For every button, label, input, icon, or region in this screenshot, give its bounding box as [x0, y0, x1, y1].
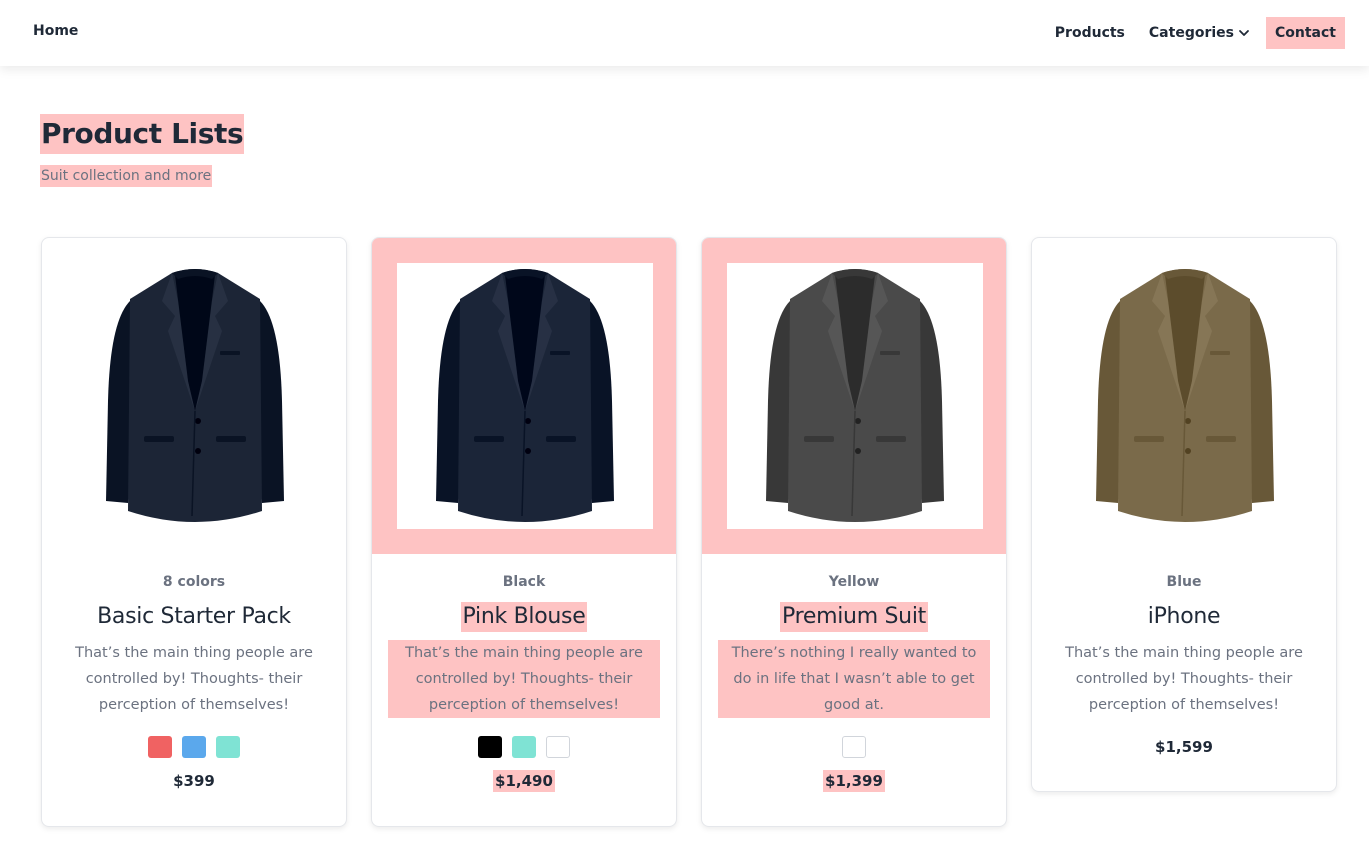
nav-contact-link[interactable]: Contact — [1266, 17, 1345, 49]
color-swatches — [42, 736, 346, 758]
product-card-body: Blue iPhone That’s the main thing people… — [1032, 572, 1336, 791]
product-image-frame — [1057, 263, 1313, 529]
color-swatch[interactable] — [842, 736, 866, 758]
product-price: $1,490 — [493, 770, 555, 792]
product-image-frame — [397, 263, 653, 529]
nav-products-label: Products — [1054, 25, 1125, 41]
jacket-image — [1096, 269, 1274, 522]
color-swatch[interactable] — [148, 736, 172, 758]
product-card-body: Yellow Premium Suit There’s nothing I re… — [702, 572, 1006, 826]
product-name[interactable]: iPhone — [1146, 602, 1222, 632]
page-subtitle: Suit collection and more — [40, 165, 213, 187]
chevron-down-icon — [1239, 30, 1249, 36]
jacket-image — [106, 269, 284, 522]
color-swatch[interactable] — [546, 736, 570, 758]
product-name[interactable]: Pink Blouse — [460, 602, 588, 632]
product-color-label: Blue — [1166, 574, 1202, 590]
product-image[interactable] — [1032, 238, 1336, 554]
product-name[interactable]: Basic Starter Pack — [95, 602, 293, 632]
color-swatch[interactable] — [512, 736, 536, 758]
product-card-body: 8 colors Basic Starter Pack That’s the m… — [42, 572, 346, 826]
product-color-label: Yellow — [828, 574, 880, 590]
product-image-frame — [727, 263, 983, 529]
nav-products-link[interactable]: Products — [1047, 17, 1133, 49]
product-price: $1,599 — [1155, 738, 1213, 756]
nav-home-link[interactable]: Home — [33, 23, 78, 39]
product-card-body: Black Pink Blouse That’s the main thing … — [372, 572, 676, 826]
nav-categories-dropdown[interactable]: Categories — [1141, 17, 1258, 49]
product-description: There’s nothing I really wanted to do in… — [718, 640, 990, 718]
product-price: $399 — [173, 772, 215, 790]
product-color-label: 8 colors — [162, 574, 226, 590]
product-image-frame — [67, 263, 323, 529]
color-swatch[interactable] — [478, 736, 502, 758]
product-name[interactable]: Premium Suit — [780, 602, 928, 632]
nav-categories-label: Categories — [1148, 25, 1234, 41]
nav-contact-label: Contact — [1275, 25, 1336, 41]
top-navbar: Home Products Categories Contact — [0, 0, 1369, 66]
color-swatch[interactable] — [216, 736, 240, 758]
nav-links: Products Categories Contact — [1047, 17, 1345, 49]
product-description: That’s the main thing people are control… — [388, 640, 660, 718]
product-description: That’s the main thing people are control… — [1065, 645, 1303, 713]
product-price: $1,399 — [823, 770, 885, 792]
color-swatches — [702, 736, 1006, 758]
jacket-image — [436, 269, 614, 522]
page-title: Product Lists — [40, 114, 245, 154]
color-swatches — [372, 736, 676, 758]
product-description: That’s the main thing people are control… — [75, 645, 313, 713]
product-card[interactable]: 8 colors Basic Starter Pack That’s the m… — [41, 237, 347, 827]
product-card[interactable]: Blue iPhone That’s the main thing people… — [1031, 237, 1337, 792]
product-card[interactable]: Yellow Premium Suit There’s nothing I re… — [701, 237, 1007, 827]
product-image[interactable] — [372, 238, 676, 554]
product-color-label: Black — [502, 574, 546, 590]
product-card[interactable]: Black Pink Blouse That’s the main thing … — [371, 237, 677, 827]
jacket-image — [766, 269, 944, 522]
color-swatch[interactable] — [182, 736, 206, 758]
product-image[interactable] — [702, 238, 1006, 554]
product-image[interactable] — [42, 238, 346, 554]
